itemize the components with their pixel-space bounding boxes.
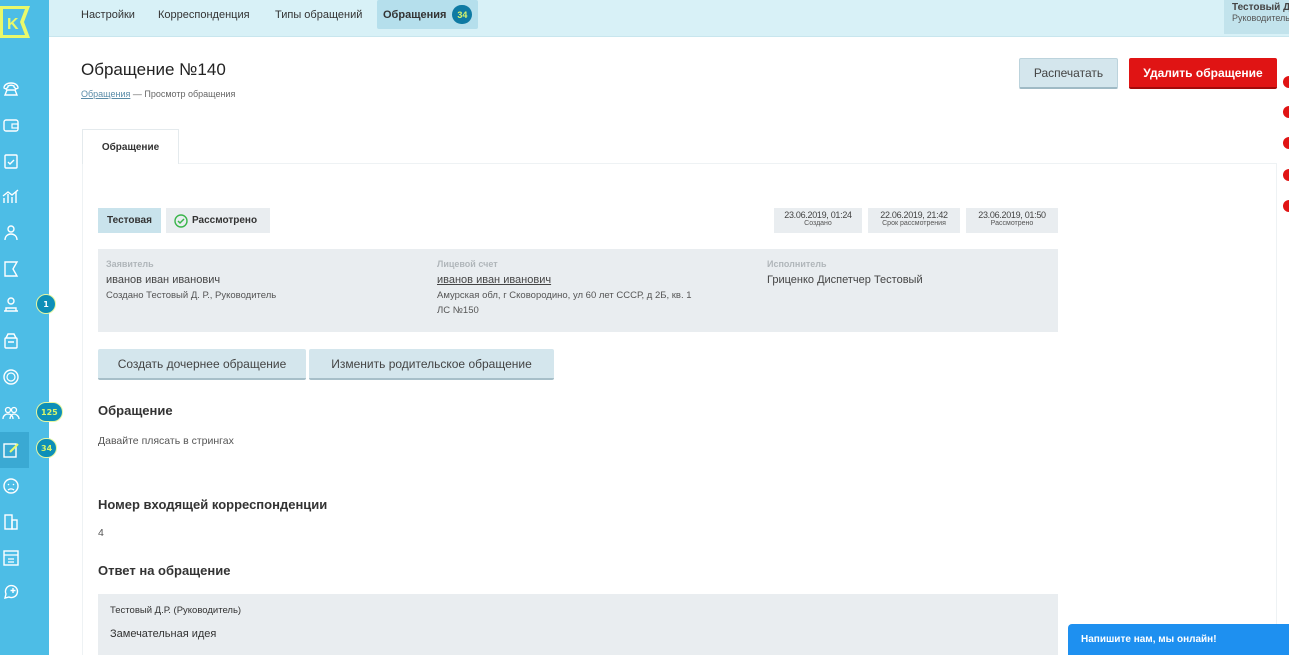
account-column: Лицевой счет иванов иван иванович Амурск…	[437, 259, 692, 320]
executor-name: Гриценко Диспетчер Тестовый	[767, 274, 923, 286]
breadcrumb-separator: —	[130, 89, 145, 99]
appeal-heading: Обращение	[98, 403, 173, 418]
date-deadline-label: Срок рассмотрения	[882, 220, 946, 227]
executor-label: Исполнитель	[767, 259, 827, 269]
notification-dot[interactable]	[1283, 169, 1289, 181]
nav-appeal-types[interactable]: Типы обращений	[275, 0, 362, 29]
date-created: 23.06.2019, 01:24 Создано	[774, 208, 862, 233]
group-icon[interactable]	[0, 402, 22, 424]
wallet-icon[interactable]	[0, 114, 22, 136]
answer-heading: Ответ на обращение	[98, 563, 231, 578]
account-label: Лицевой счет	[437, 259, 498, 269]
flag-icon[interactable]	[0, 258, 22, 280]
date-reviewed-value: 23.06.2019, 01:50	[978, 210, 1046, 220]
applicant-name: иванов иван иванович	[106, 274, 221, 286]
status-badge: Рассмотрено	[166, 208, 270, 233]
users-icon[interactable]	[0, 222, 22, 244]
applicant-created: Создано Тестовый Д. Р., Руководитель	[106, 290, 277, 301]
nav-appeals[interactable]: Обращения 34	[377, 0, 479, 29]
date-deadline-value: 22.06.2019, 21:42	[880, 210, 948, 220]
answer-box: Тестовый Д.Р. (Руководитель) Замечательн…	[98, 594, 1058, 655]
notification-dot[interactable]	[1283, 76, 1289, 88]
incoming-heading: Номер входящей корреспонденции	[98, 497, 328, 512]
sidebar: K 1 125 34	[0, 0, 63, 655]
operator-icon[interactable]	[0, 294, 22, 316]
appeal-type-tag: Тестовая	[98, 208, 161, 233]
nav-appeals-label: Обращения	[383, 8, 447, 21]
date-deadline: 22.06.2019, 21:42 Срок рассмотрения	[868, 208, 960, 233]
edit-icon[interactable]	[0, 439, 22, 461]
delete-appeal-button[interactable]: Удалить обращение	[1129, 58, 1277, 89]
online-chat-button[interactable]: Напишите нам, мы онлайн!	[1068, 624, 1289, 655]
chat-plus-icon[interactable]	[0, 581, 22, 603]
change-parent-appeal-button[interactable]: Изменить родительское обращение	[309, 349, 554, 380]
date-created-label: Создано	[804, 220, 832, 227]
sidebar-badge-group: 125	[36, 402, 63, 422]
sidebar-badge-appeals: 34	[36, 438, 58, 458]
print-button[interactable]: Распечатать	[1019, 58, 1118, 89]
phone-icon[interactable]	[0, 78, 22, 100]
date-reviewed: 23.06.2019, 01:50 Рассмотрено	[966, 208, 1058, 233]
logo-icon[interactable]: K	[0, 4, 32, 40]
applicant-label: Заявитель	[106, 259, 154, 269]
clipboard-icon[interactable]	[0, 150, 22, 172]
account-number: ЛС №150	[437, 305, 479, 316]
appeal-panel	[82, 163, 1277, 655]
sidebar-badge-operator: 1	[36, 294, 56, 314]
top-navigation: Настройки Корреспонденция Типы обращений…	[49, 0, 1289, 37]
date-created-value: 23.06.2019, 01:24	[784, 210, 852, 220]
appeal-info: Заявитель иванов иван иванович Создано Т…	[98, 249, 1058, 332]
user-role: Руководитель, Doctor	[1232, 13, 1289, 23]
account-address: Амурская обл, г Сковородино, ул 60 лет С…	[437, 290, 692, 301]
page-title: Обращение №140	[81, 60, 226, 79]
appeal-text: Давайте плясать в стрингах	[98, 435, 234, 447]
tab-appeal[interactable]: Обращение	[82, 129, 179, 164]
breadcrumb-appeals-link[interactable]: Обращения	[81, 89, 130, 99]
nav-appeals-badge: 34	[452, 5, 473, 24]
coin-icon[interactable]	[0, 366, 22, 388]
notification-dot[interactable]	[1283, 106, 1289, 118]
notification-dot[interactable]	[1283, 137, 1289, 149]
building-icon[interactable]	[0, 511, 22, 533]
incoming-value: 4	[98, 527, 104, 539]
account-name-link[interactable]: иванов иван иванович	[437, 274, 692, 286]
nav-settings[interactable]: Настройки	[81, 0, 135, 29]
nav-correspondence[interactable]: Корреспонденция	[158, 0, 250, 29]
breadcrumb-current: Просмотр обращения	[144, 89, 236, 99]
create-child-appeal-button[interactable]: Создать дочернее обращение	[98, 349, 306, 380]
chart-icon[interactable]	[0, 186, 22, 208]
user-name: Тестовый Д. Р.	[1232, 2, 1289, 13]
applicant-column: Заявитель иванов иван иванович Создано Т…	[106, 259, 276, 305]
answer-author: Тестовый Д.Р. (Руководитель)	[110, 605, 242, 616]
dashboard-icon[interactable]	[0, 547, 22, 569]
user-menu[interactable]: Тестовый Д. Р. Руководитель, Doctor	[1224, 0, 1289, 34]
breadcrumb: Обращения — Просмотр обращения	[81, 89, 235, 99]
svg-text:K: K	[7, 16, 19, 33]
notification-dot[interactable]	[1283, 200, 1289, 212]
date-reviewed-label: Рассмотрено	[990, 220, 1034, 227]
check-circle-icon	[174, 213, 188, 228]
sad-face-icon[interactable]	[0, 475, 22, 497]
executor-column: Исполнитель Гриценко Диспетчер Тестовый	[767, 259, 923, 290]
archive-icon[interactable]	[0, 330, 22, 352]
answer-text: Замечательная идея	[110, 628, 217, 640]
status-label: Рассмотрено	[192, 215, 258, 226]
